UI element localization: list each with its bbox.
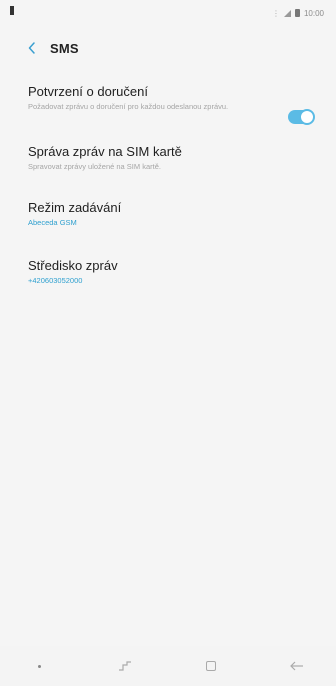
settings-list: Potvrzení o doručení Požadovat zprávu o … (0, 84, 336, 316)
page-title: SMS (50, 40, 79, 56)
setting-subtitle: Požadovat zprávu o doručení pro každou o… (28, 102, 229, 111)
setting-sim-messages[interactable]: Správa zpráv na SIM kartě Spravovat zprá… (0, 144, 336, 200)
sms-settings-screen: ⋮ 10:00 SMS Potvrzení o doručení Požadov… (0, 0, 336, 686)
setting-message-center[interactable]: Středisko zpráv +420603052000 (0, 258, 336, 316)
status-bar: ⋮ 10:00 (0, 0, 336, 26)
navigation-bar (0, 646, 336, 686)
status-time: 10:00 (303, 8, 324, 18)
back-chevron-icon[interactable] (24, 40, 40, 56)
setting-value: +420603052000 (28, 276, 83, 285)
setting-delivery-report[interactable]: Potvrzení o doručení Požadovat zprávu o … (0, 84, 336, 144)
indicator-dot-icon (28, 655, 50, 677)
setting-input-mode[interactable]: Režim zadávání Abeceda GSM (0, 200, 336, 258)
toggle-knob (299, 109, 315, 125)
delivery-report-toggle[interactable] (288, 109, 315, 125)
corner-indicator-icon (10, 6, 14, 15)
signal-icon (283, 9, 291, 17)
recent-apps-icon[interactable] (114, 655, 136, 677)
wifi-icon: ⋮ (271, 8, 280, 18)
home-icon[interactable] (200, 655, 222, 677)
app-bar: SMS (0, 34, 336, 62)
setting-title: Středisko zpráv (28, 258, 118, 273)
back-arrow-icon[interactable] (286, 655, 308, 677)
setting-title: Správa zpráv na SIM kartě (28, 144, 182, 159)
setting-title: Potvrzení o doručení (28, 84, 148, 99)
setting-title: Režim zadávání (28, 200, 122, 215)
setting-value: Abeceda GSM (28, 218, 77, 227)
battery-icon (294, 9, 300, 17)
setting-subtitle: Spravovat zprávy uložené na SIM kartě. (28, 162, 161, 171)
